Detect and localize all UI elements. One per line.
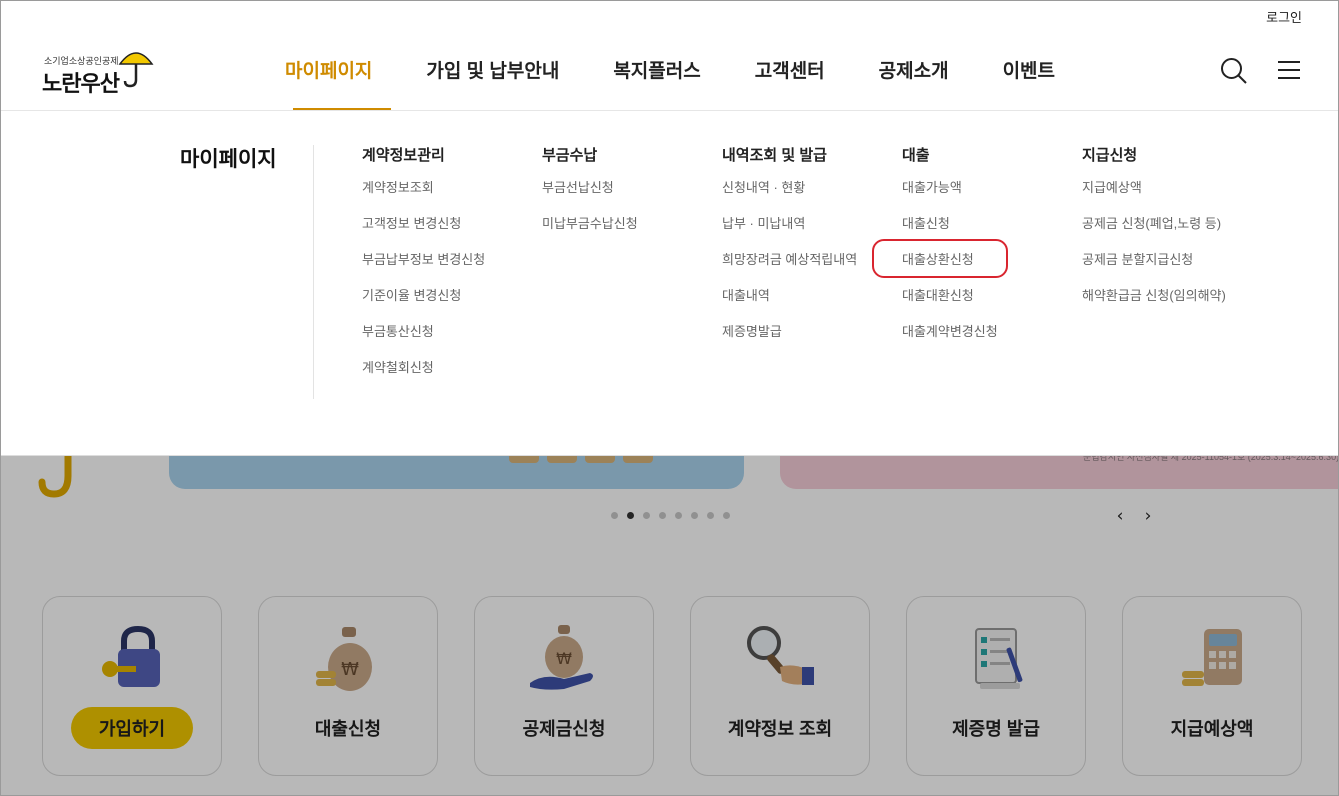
- menu-overlay-dim[interactable]: [0, 455, 1339, 796]
- search-icon[interactable]: [1220, 57, 1247, 84]
- menu-item[interactable]: 기준이율 변경신청: [362, 287, 485, 323]
- menu-item[interactable]: 지급예상액: [1082, 179, 1226, 215]
- menu-item[interactable]: 해약환급금 신청(임의해약): [1082, 287, 1226, 323]
- menu-item[interactable]: 부금통산신청: [362, 323, 485, 359]
- menu-column-heading[interactable]: 지급신청: [1082, 144, 1226, 165]
- menu-list: 부금선납신청 미납부금수납신청: [542, 179, 638, 251]
- menu-item[interactable]: 대출내역: [722, 287, 857, 323]
- menu-item[interactable]: 공제금 분할지급신청: [1082, 251, 1226, 287]
- menu-item[interactable]: 제증명발급: [722, 323, 857, 359]
- menu-item[interactable]: 공제금 신청(폐업,노령 등): [1082, 215, 1226, 251]
- menu-column-heading[interactable]: 대출: [902, 144, 998, 165]
- menu-column-loan: 대출대출가능액 대출신청 대출상환신청 대출대환신청 대출계약변경신청: [902, 144, 998, 359]
- menu-list: 신청내역 · 현황 납부 · 미납내역 희망장려금 예상적립내역 대출내역 제증명발급: [722, 179, 857, 359]
- menu-item[interactable]: 계약정보조회: [362, 179, 485, 215]
- menu-item[interactable]: 대출상환신청: [902, 251, 998, 287]
- divider: [313, 145, 314, 399]
- nav-item[interactable]: 마이페이지: [266, 56, 399, 110]
- menu-item[interactable]: 신청내역 · 현황: [722, 179, 857, 215]
- menu-column-contract: 계약정보관리계약정보조회 고객정보 변경신청 부금납부정보 변경신청 기준이율 변경신…: [362, 144, 485, 395]
- menu-list: 대출가능액 대출신청 대출상환신청 대출대환신청 대출계약변경신청: [902, 179, 998, 359]
- mega-menu-title: 마이페이지: [180, 148, 277, 171]
- menu-item[interactable]: 미납부금수납신청: [542, 215, 638, 251]
- menu-column-heading[interactable]: 계약정보관리: [362, 144, 485, 165]
- menu-column-history: 내역조회 및 발급신청내역 · 현황 납부 · 미납내역 희망장려금 예상적립내역 대…: [722, 144, 857, 359]
- menu-column-payout: 지급신청지급예상액 공제금 신청(폐업,노령 등) 공제금 분할지급신청 해약환급금 …: [1082, 144, 1226, 323]
- menu-item[interactable]: 계약철회신청: [362, 359, 485, 395]
- menu-item[interactable]: 부금선납신청: [542, 179, 638, 215]
- nav-item[interactable]: 공제소개: [852, 56, 976, 83]
- menu-item[interactable]: 희망장려금 예상적립내역: [722, 251, 857, 287]
- mega-menu-dropdown: 마이페이지 계약정보관리계약정보조회 고객정보 변경신청 부금납부정보 변경신청 기준…: [0, 111, 1339, 456]
- menu-item[interactable]: 고객정보 변경신청: [362, 215, 485, 251]
- nav-item[interactable]: 가입 및 납부안내: [399, 56, 586, 83]
- hamburger-menu-icon[interactable]: [1278, 60, 1300, 80]
- menu-item[interactable]: 납부 · 미납내역: [722, 215, 857, 251]
- nav-item[interactable]: 이벤트: [976, 56, 1082, 83]
- nav-item[interactable]: 고객센터: [728, 56, 852, 83]
- site-header: 로그인 소기업소상공인공제 노란우산 마이페이지 가입 및 납부안내 복지플러스 고객…: [0, 0, 1339, 111]
- logo-title: 노란우산: [42, 71, 120, 96]
- nav-item[interactable]: 복지플러스: [586, 56, 727, 83]
- menu-item[interactable]: 대출계약변경신청: [902, 323, 998, 359]
- menu-item[interactable]: 부금납부정보 변경신청: [362, 251, 485, 287]
- menu-column-heading[interactable]: 부금수납: [542, 144, 638, 165]
- umbrella-logo-icon: [118, 52, 154, 88]
- menu-item[interactable]: 대출가능액: [902, 179, 998, 215]
- main-navigation: 마이페이지 가입 및 납부안내 복지플러스 고객센터 공제소개 이벤트: [266, 56, 1082, 110]
- menu-column-payment: 부금수납부금선납신청 미납부금수납신청: [542, 144, 638, 251]
- menu-item[interactable]: 대출대환신청: [902, 287, 998, 323]
- menu-column-heading[interactable]: 내역조회 및 발급: [722, 144, 857, 165]
- menu-list: 지급예상액 공제금 신청(폐업,노령 등) 공제금 분할지급신청 해약환급금 신청(임…: [1082, 179, 1226, 323]
- menu-item[interactable]: 대출신청: [902, 215, 998, 251]
- logo[interactable]: 소기업소상공인공제 노란우산: [42, 46, 162, 96]
- menu-list: 계약정보조회 고객정보 변경신청 부금납부정보 변경신청 기준이율 변경신청 부금통산신…: [362, 179, 485, 395]
- login-link[interactable]: 로그인: [1266, 7, 1302, 26]
